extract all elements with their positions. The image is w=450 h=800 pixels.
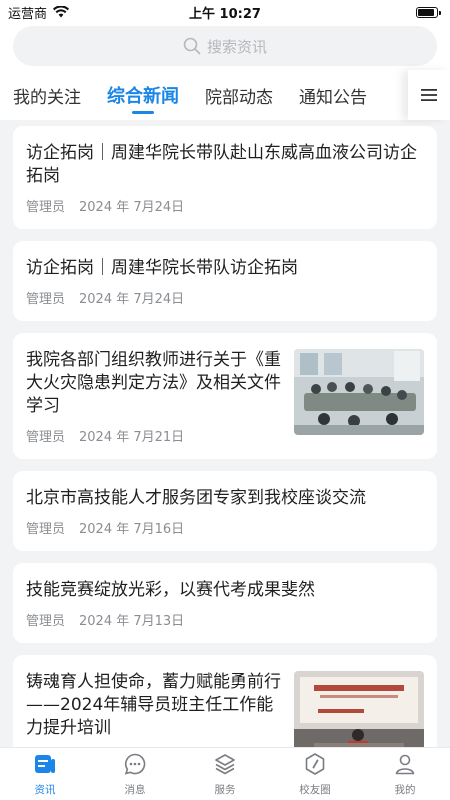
news-author: 管理员	[26, 430, 66, 445]
nav-label: 服务	[214, 783, 236, 796]
news-thumbnail	[294, 671, 424, 747]
news-meta: 管理员 2024 年 7月24日	[26, 196, 424, 215]
news-meta: 管理员 2024 年 7月16日	[26, 518, 424, 537]
category-tabs: 我的关注 综合新闻 院部动态 通知公告	[0, 70, 450, 120]
wifi-icon	[53, 6, 70, 18]
carrier-label: 运营商	[8, 6, 48, 22]
status-bar: 运营商 上午 10:27	[0, 0, 450, 24]
news-date: 2024 年 7月21日	[79, 430, 185, 445]
layers-icon	[213, 752, 237, 780]
news-meta: 管理员 2024 年 7月13日	[26, 610, 424, 629]
news-title: 铸魂育人担使命，蓄力赋能勇前行——2024年辅导员班主任工作能力提升培训	[26, 672, 281, 738]
compass-icon	[303, 752, 327, 780]
news-thumbnail	[294, 349, 424, 435]
user-icon	[393, 752, 417, 780]
news-title: 访企拓岗｜周建华院长带队访企拓岗	[26, 258, 298, 278]
nav-item-0[interactable]: 资讯	[0, 748, 90, 800]
search-bar[interactable]: 搜索资讯	[13, 26, 437, 66]
news-title: 北京市高技能人才服务团专家到我校座谈交流	[26, 488, 366, 508]
article-thumbnail-training	[294, 671, 424, 747]
tab-2[interactable]: 院部动态	[205, 70, 273, 120]
news-author: 管理员	[26, 200, 66, 215]
news-title: 技能竞赛绽放光彩，以赛代考成果斐然	[26, 580, 315, 600]
news-icon	[33, 752, 57, 780]
news-date: 2024 年 7月16日	[79, 522, 185, 537]
nav-item-1[interactable]: 消息	[90, 748, 180, 800]
bottom-nav: 资讯 消息 服务 校友圈 我的	[0, 747, 450, 800]
search-icon	[183, 37, 201, 55]
news-title: 访企拓岗｜周建华院长带队赴山东威高血液公司访企拓岗	[26, 143, 417, 186]
menu-icon	[421, 89, 437, 101]
tab-1[interactable]: 综合新闻	[107, 70, 179, 120]
article-thumbnail-meeting	[294, 349, 424, 435]
news-feed: 访企拓岗｜周建华院长带队赴山东威高血液公司访企拓岗管理员 2024 年 7月24日…	[0, 120, 450, 747]
news-author: 管理员	[26, 614, 66, 629]
tab-3[interactable]: 通知公告	[299, 70, 367, 120]
nav-label: 校友圈	[299, 783, 331, 796]
tab-menu-button[interactable]	[408, 70, 450, 120]
nav-label: 我的	[394, 783, 416, 796]
news-meta: 管理员 2024 年 7月21日	[26, 426, 284, 445]
news-title: 我院各部门组织教师进行关于《重大火灾隐患判定方法》及相关文件学习	[26, 350, 281, 416]
header: 搜索资讯 我的关注 综合新闻 院部动态 通知公告	[0, 24, 450, 120]
news-date: 2024 年 7月24日	[79, 200, 185, 215]
tab-0[interactable]: 我的关注	[13, 70, 81, 120]
nav-label: 资讯	[34, 783, 56, 796]
news-date: 2024 年 7月24日	[79, 292, 185, 307]
news-card[interactable]: 铸魂育人担使命，蓄力赋能勇前行——2024年辅导员班主任工作能力提升培训管理员2…	[13, 655, 437, 747]
nav-label: 消息	[124, 783, 146, 796]
search-placeholder: 搜索资讯	[206, 37, 267, 56]
news-author: 管理员	[26, 522, 66, 537]
news-card[interactable]: 访企拓岗｜周建华院长带队赴山东威高血液公司访企拓岗管理员 2024 年 7月24日	[13, 126, 437, 229]
news-date: 2024 年 7月13日	[79, 614, 185, 629]
news-card[interactable]: 技能竞赛绽放光彩，以赛代考成果斐然管理员 2024 年 7月13日	[13, 563, 437, 643]
news-card[interactable]: 北京市高技能人才服务团专家到我校座谈交流管理员 2024 年 7月16日	[13, 471, 437, 551]
message-icon	[123, 752, 147, 780]
news-card[interactable]: 访企拓岗｜周建华院长带队访企拓岗管理员 2024 年 7月24日	[13, 241, 437, 321]
news-author: 管理员	[26, 292, 66, 307]
nav-item-4[interactable]: 我的	[360, 748, 450, 800]
news-card[interactable]: 我院各部门组织教师进行关于《重大火灾隐患判定方法》及相关文件学习管理员 2024 …	[13, 333, 437, 459]
battery-icon	[416, 6, 441, 18]
news-meta: 管理员 2024 年 7月24日	[26, 288, 424, 307]
nav-item-2[interactable]: 服务	[180, 748, 270, 800]
nav-item-3[interactable]: 校友圈	[270, 748, 360, 800]
